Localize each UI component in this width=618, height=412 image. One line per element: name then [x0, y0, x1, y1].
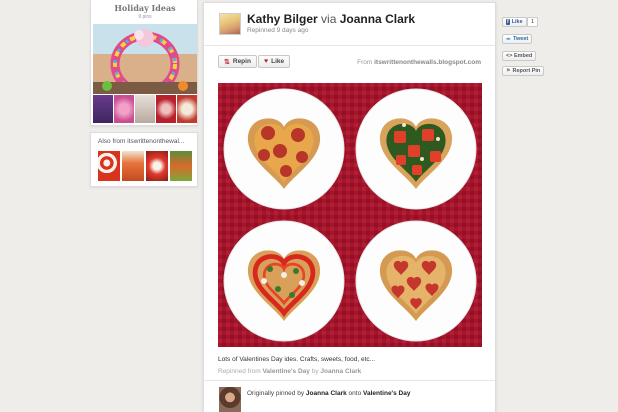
board-thumbnail[interactable] — [156, 95, 176, 123]
source-prefix: From — [357, 59, 373, 66]
repinned-from-by: by — [311, 368, 319, 375]
board-thumbnail[interactable] — [93, 95, 113, 123]
source-link[interactable]: From itswrittenonthewalls.blogspot.com — [357, 59, 481, 66]
facebook-like-button[interactable]: f Like — [502, 17, 527, 27]
flag-icon: ⚑ — [506, 68, 511, 74]
board-thumbnail[interactable] — [135, 95, 155, 123]
facebook-like-label: Like — [511, 19, 523, 25]
also-thumbnail[interactable] — [98, 151, 120, 181]
also-thumbnail[interactable] — [170, 151, 192, 181]
repinned-from-user-link[interactable]: Joanna Clark — [320, 368, 361, 375]
facebook-like-count: 1 — [527, 17, 539, 27]
via-label: via — [321, 12, 337, 26]
repin-label: Repin — [232, 58, 251, 65]
footer-divider — [204, 380, 495, 381]
originally-pinned: Originally pinned by Joanna Clark onto V… — [247, 390, 410, 397]
board-title[interactable]: Holiday Ideas — [91, 3, 199, 13]
also-thumbnail[interactable] — [122, 151, 144, 181]
repinned-from: Repinned from Valentine's Day by Joanna … — [218, 368, 361, 375]
facebook-icon: f — [506, 19, 510, 25]
heart-icon: ♥ — [264, 58, 269, 65]
repin-icon: ⇅ — [224, 58, 230, 66]
embed-label: <> Embed — [506, 53, 533, 59]
repinned-from-prefix: Repinned from — [218, 368, 261, 375]
tweet-label: Tweet — [513, 36, 529, 42]
board-thumbnail[interactable] — [114, 95, 134, 123]
pinner-name[interactable]: Kathy Bilger — [247, 12, 318, 26]
report-pin-label: Report Pin — [512, 68, 541, 74]
pinner-avatar[interactable] — [219, 13, 241, 35]
via-name[interactable]: Joanna Clark — [340, 12, 415, 26]
repinned-from-board-link[interactable]: Valentine's Day — [262, 368, 309, 375]
like-label: Like — [271, 58, 285, 65]
repin-button[interactable]: ⇅ Repin — [218, 55, 257, 68]
pinner-header: Kathy Bilger via Joanna Clark — [247, 12, 415, 26]
original-pinner-avatar[interactable] — [219, 387, 241, 412]
header-divider — [204, 45, 495, 46]
orig-prefix: Originally pinned by — [247, 390, 305, 397]
orig-user-link[interactable]: Joanna Clark — [306, 390, 347, 397]
also-thumbnail[interactable] — [146, 151, 168, 181]
also-from-card: Also from itswrittenonthewal... — [90, 132, 198, 187]
board-card[interactable]: Holiday Ideas 9 pins — [90, 0, 198, 126]
orig-onto: onto — [348, 390, 362, 397]
report-pin-button[interactable]: ⚑ Report Pin — [502, 66, 545, 76]
source-domain[interactable]: itswrittenonthewalls.blogspot.com — [374, 59, 481, 66]
repinned-timestamp: Repinned 9 days ago — [247, 27, 309, 34]
also-from-thumbnails — [98, 151, 192, 181]
pin-description: Lots of Valentines Day ides. Crafts, swe… — [218, 356, 376, 363]
board-thumbnails — [93, 95, 197, 123]
pin-card: Kathy Bilger via Joanna Clark Repinned 9… — [203, 2, 496, 412]
board-thumbnail[interactable] — [177, 95, 197, 123]
also-from-title[interactable]: Also from itswrittenonthewal... — [98, 138, 194, 145]
tweet-button[interactable]: ✒ Tweet — [502, 34, 533, 44]
like-button[interactable]: ♥ Like — [258, 55, 291, 68]
board-cover-image[interactable] — [93, 24, 197, 94]
pin-image[interactable] — [218, 83, 482, 347]
board-pin-count: 9 pins — [138, 14, 152, 20]
twitter-bird-icon: ✒ — [506, 36, 512, 43]
orig-board-link[interactable]: Valentine's Day — [363, 390, 410, 397]
embed-button[interactable]: <> Embed — [502, 51, 537, 61]
